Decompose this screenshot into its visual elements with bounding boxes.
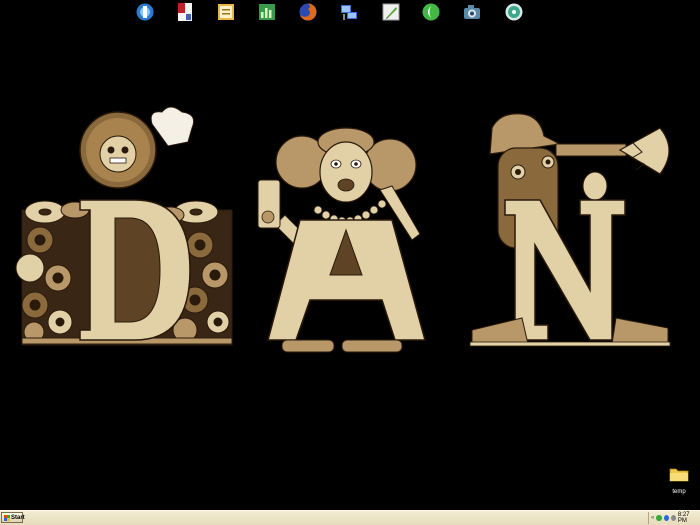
- cd-burner-icon[interactable]: [503, 1, 525, 23]
- letter-d-figure: [15, 106, 233, 346]
- wallpaper-artwork: [15, 106, 671, 353]
- start-button[interactable]: Start: [1, 512, 25, 523]
- firefox-icon[interactable]: [297, 1, 319, 23]
- taskbar: Start « 8:27 PM: [0, 510, 700, 525]
- media-player-icon[interactable]: [420, 1, 442, 23]
- network-connections-icon[interactable]: [338, 1, 360, 23]
- desktop[interactable]: temp: [0, 0, 700, 510]
- tray-volume-icon[interactable]: [670, 515, 676, 521]
- pdf-reader-icon[interactable]: [174, 1, 196, 23]
- taskbar-clock[interactable]: 8:27 PM: [678, 512, 700, 524]
- windows-flag-icon: [4, 514, 10, 521]
- system-tray: « 8:27 PM: [648, 512, 700, 524]
- spreadsheet-icon[interactable]: [256, 1, 278, 23]
- desktop-folder-temp[interactable]: temp: [662, 466, 696, 495]
- notes-icon[interactable]: [215, 1, 237, 23]
- desktop-folder-label: temp: [672, 489, 686, 495]
- quick-launch-toolbar: [0, 0, 700, 26]
- letter-a-figure: [257, 127, 426, 353]
- tray-expand-chevron-icon[interactable]: «: [651, 515, 654, 521]
- editor-icon[interactable]: [380, 1, 402, 23]
- camera-icon[interactable]: [461, 1, 483, 23]
- internet-explorer-icon[interactable]: [134, 1, 156, 23]
- start-label: Start: [11, 514, 25, 521]
- folder-icon: [669, 468, 689, 482]
- tray-shield-icon[interactable]: [663, 515, 669, 521]
- letter-n-figure: [469, 113, 671, 347]
- tray-network-icon[interactable]: [656, 515, 662, 521]
